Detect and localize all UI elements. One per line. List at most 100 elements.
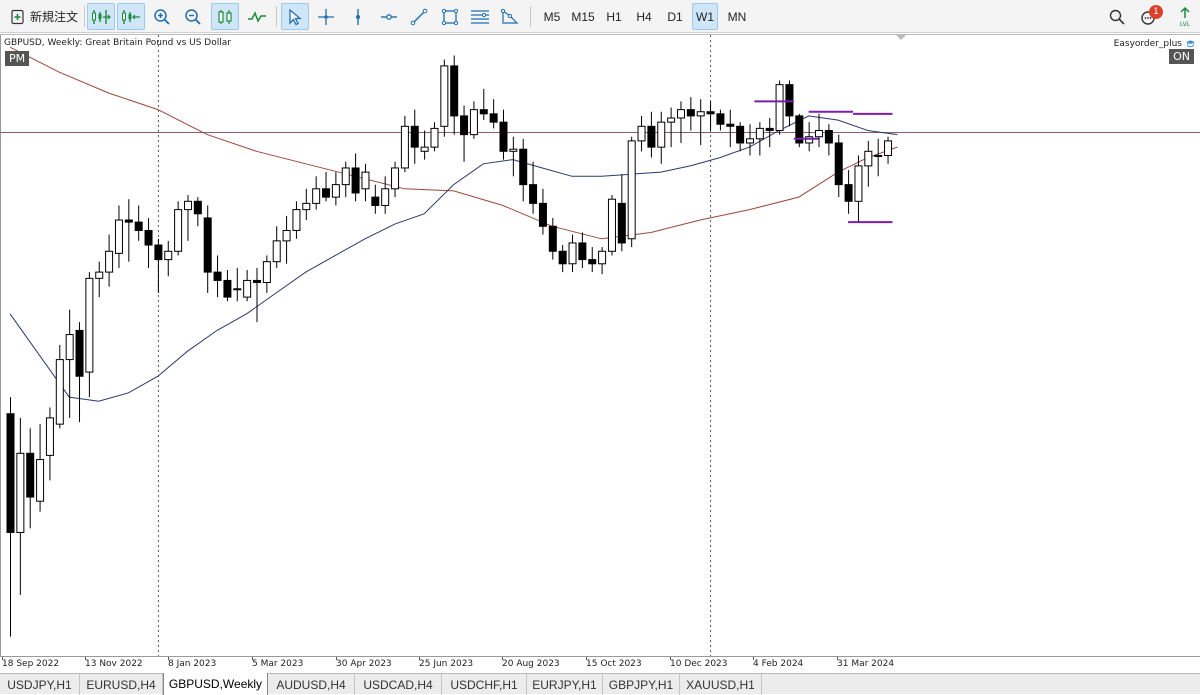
time-axis-tick <box>168 657 169 660</box>
graduation-cap-icon <box>1185 40 1196 48</box>
new-order-icon <box>11 9 24 24</box>
moving-average-fast <box>9 115 898 402</box>
bullish-candle <box>65 334 74 361</box>
timeframe-h1-button[interactable]: H1 <box>601 3 627 30</box>
bullish-candle <box>272 240 281 263</box>
bullish-candle <box>469 109 478 136</box>
expert-advisor-label: Easyorder_plus <box>1113 39 1182 49</box>
line-chart-button[interactable] <box>243 3 271 30</box>
time-axis-tick <box>586 657 587 660</box>
fibonacci-tool-button[interactable] <box>467 3 493 30</box>
shapes-tool-button[interactable] <box>437 3 463 30</box>
symbol-tab-gbpusd-weekly[interactable]: GBPUSD,Weekly <box>163 673 268 695</box>
notifications-button[interactable]: 1 <box>1136 3 1163 30</box>
bearish-candle <box>736 125 745 144</box>
bullish-candle <box>864 150 873 167</box>
symbol-tab-eurusd-h4[interactable]: EURUSD,H4 <box>80 674 163 695</box>
bullish-candle <box>114 219 123 254</box>
time-axis-label: 8 Jan 2023 <box>168 659 217 669</box>
horizontal-line-tool-button[interactable] <box>376 3 402 30</box>
bearish-candle <box>134 221 143 231</box>
time-axis-tick <box>252 657 253 660</box>
search-button[interactable] <box>1105 3 1129 30</box>
symbol-tab-audusd-h4[interactable]: AUDUSD,H4 <box>268 674 355 695</box>
cursor-icon <box>289 8 302 25</box>
timeframe-m5-button[interactable]: M5 <box>538 3 566 30</box>
bearish-candle <box>834 142 843 186</box>
elliott-tool-button[interactable] <box>497 3 523 30</box>
timeframe-w1-button[interactable]: W1 <box>692 3 718 30</box>
elliott-wave-icon <box>500 8 519 24</box>
signals-button[interactable]: LVL <box>1174 3 1196 30</box>
bullish-candle <box>815 129 824 138</box>
bullish-candle <box>509 148 518 152</box>
bullish-candle <box>302 202 311 211</box>
price-chart[interactable]: GBPUSD, Weekly: Great Britain Pound vs U… <box>0 34 1200 657</box>
candlestick-chart-button[interactable] <box>211 3 239 30</box>
one-click-trading-button[interactable] <box>87 3 115 30</box>
time-axis-tick <box>2 657 3 660</box>
time-axis-label: 31 Mar 2024 <box>837 659 895 669</box>
bullish-candle <box>696 111 705 117</box>
bullish-candle <box>105 250 114 273</box>
candlestick-chart[interactable] <box>0 35 1200 657</box>
bearish-candle <box>765 127 774 131</box>
symbol-tabs: USDJPY,H1 EURUSD,H4 GBPUSD,Weekly AUDUSD,H4… <box>0 673 1200 695</box>
chart-shift-button[interactable] <box>117 3 145 30</box>
bullish-candle <box>183 200 192 211</box>
new-order-button[interactable]: 新規注文 <box>6 3 82 30</box>
bearish-candle <box>460 115 469 136</box>
time-axis-label: 20 Aug 2023 <box>502 659 560 669</box>
bullish-candle <box>755 127 764 140</box>
crosshair-icon <box>318 8 334 25</box>
timeframe-mn-button[interactable]: MN <box>722 3 752 30</box>
bearish-candle <box>322 188 331 198</box>
symbol-tab-gbpjpy-h1[interactable]: GBPJPY,H1 <box>603 674 680 695</box>
bullish-candle <box>312 188 321 204</box>
crosshair-tool-button[interactable] <box>313 3 339 30</box>
pm-badge: PM <box>5 51 30 66</box>
bearish-candle <box>726 123 735 127</box>
bearish-candle <box>351 167 360 194</box>
toolbar-separator <box>84 6 85 27</box>
bearish-candle <box>26 452 35 498</box>
line-chart-icon <box>248 10 266 23</box>
cursor-tool-button[interactable] <box>281 3 309 30</box>
bullish-candle <box>282 229 291 242</box>
bearish-candle <box>538 202 547 227</box>
trendline-icon <box>410 8 428 25</box>
chart-shift-icon <box>122 9 140 24</box>
zoom-out-button[interactable] <box>180 3 206 30</box>
time-axis-label: 25 Jun 2023 <box>419 659 474 669</box>
trendline-tool-button[interactable] <box>406 3 432 30</box>
candlestick-icon <box>218 9 232 24</box>
symbol-tab-usdchf-h1[interactable]: USDCHF,H1 <box>442 674 527 695</box>
bearish-candle <box>144 229 153 246</box>
vertical-line-tool-button[interactable] <box>345 3 371 30</box>
time-axis-tick <box>85 657 86 660</box>
symbol-tab-eurjpy-h1[interactable]: EURJPY,H1 <box>527 674 603 695</box>
bullish-candle <box>775 84 784 131</box>
bullish-candle <box>391 167 400 190</box>
symbol-tab-usdjpy-h1[interactable]: USDJPY,H1 <box>0 674 80 695</box>
symbol-tab-usdcad-h4[interactable]: USDCAD,H4 <box>355 674 442 695</box>
bullish-candle <box>292 209 301 231</box>
bearish-candle <box>75 329 84 377</box>
time-axis: 18 Sep 2022 13 Nov 2022 8 Jan 2023 5 Mar 20… <box>0 656 1200 673</box>
bullish-candle <box>607 198 616 252</box>
bullish-candle <box>243 279 252 298</box>
symbol-tab-xauusd-h1[interactable]: XAUUSD,H1 <box>680 674 762 695</box>
bullish-candle <box>598 250 607 265</box>
bearish-candle <box>479 109 488 115</box>
timeframe-m15-button[interactable]: M15 <box>568 3 598 30</box>
svg-text:LVL: LVL <box>1180 21 1191 27</box>
bearish-candle <box>588 259 597 265</box>
zoom-in-button[interactable] <box>149 3 175 30</box>
time-axis-label: 30 Apr 2023 <box>336 659 392 669</box>
timeframe-h4-button[interactable]: H4 <box>631 3 657 30</box>
timeframe-d1-button[interactable]: D1 <box>662 3 688 30</box>
bullish-candle <box>420 146 429 152</box>
bullish-candle <box>36 459 45 502</box>
bullish-candle <box>627 140 636 240</box>
main-toolbar: 新規注文 M5 M15 H1 H4 D1 W1 MN 1 LVL <box>0 0 1200 33</box>
